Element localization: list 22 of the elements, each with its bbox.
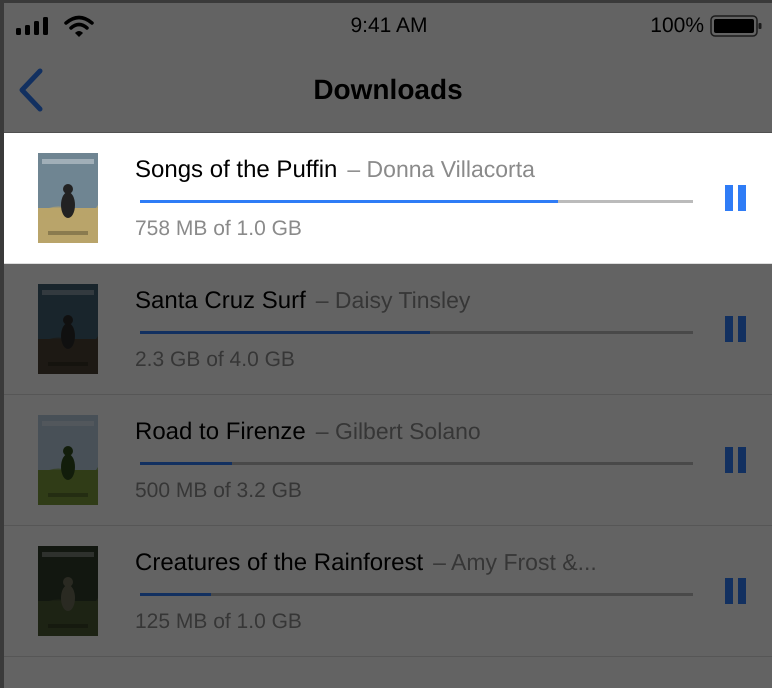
download-title: Road to Firenze	[135, 418, 306, 446]
artist-name: – Donna Villacorta	[347, 156, 535, 182]
wifi-icon	[64, 14, 94, 36]
pause-icon	[725, 447, 747, 473]
back-button[interactable]	[18, 68, 44, 112]
pause-button[interactable]	[725, 185, 747, 211]
download-title: Santa Cruz Surf	[135, 286, 306, 314]
pause-button[interactable]	[725, 316, 747, 342]
pause-icon	[725, 185, 747, 211]
download-title: Creatures of the Rainforest	[135, 548, 424, 576]
download-size: 758 MB of 1.0 GB	[135, 216, 303, 240]
clock-time: 9:41 AM	[350, 14, 428, 38]
battery-percent: 100%	[650, 14, 704, 38]
pause-button[interactable]	[725, 578, 747, 604]
pause-icon	[725, 316, 747, 342]
download-title: Songs of the Puffin	[135, 156, 338, 184]
pause-icon	[725, 578, 747, 604]
pause-button[interactable]	[725, 447, 747, 473]
back-chevron-icon	[18, 68, 44, 112]
signal-icon	[16, 16, 50, 34]
screen-title: Downloads	[313, 74, 463, 106]
battery-icon	[710, 14, 762, 36]
